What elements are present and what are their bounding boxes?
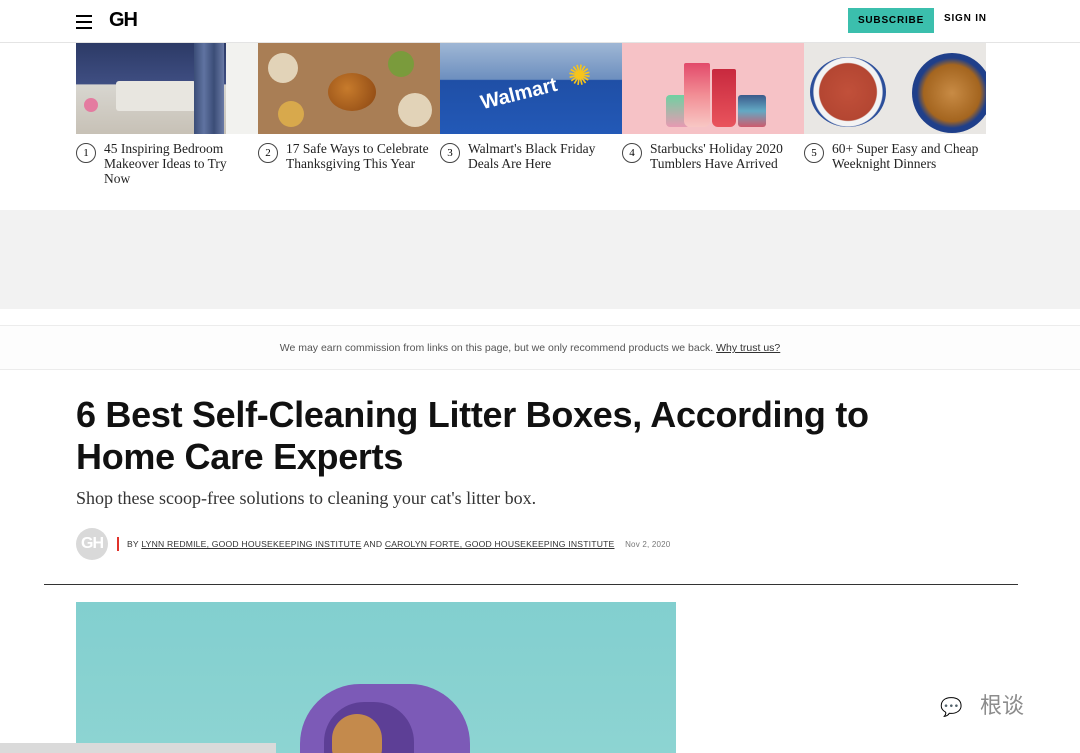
- affiliate-disclaimer: We may earn commission from links on thi…: [0, 342, 1060, 354]
- trending-card[interactable]: 5 60+ Super Easy and Cheap Weeknight Din…: [804, 43, 986, 193]
- trending-title[interactable]: Walmart's Black Friday Deals Are Here: [468, 141, 620, 171]
- chat-bubble-icon: 💬: [940, 697, 963, 718]
- section-divider: [44, 584, 1018, 585]
- byline-conjunction: AND: [363, 539, 383, 549]
- watermark: 💬 根谈: [940, 688, 1024, 720]
- byline: BY LYNN REDMILE, GOOD HOUSEKEEPING INSTI…: [127, 539, 670, 549]
- rank-number: 4: [622, 143, 642, 163]
- disclaimer-text: We may earn commission from links on thi…: [279, 342, 714, 354]
- rank-number: 5: [804, 143, 824, 163]
- rank-number: 3: [440, 143, 460, 163]
- trending-card[interactable]: Walmart ✺ 3 Walmart's Black Friday Deals…: [440, 43, 622, 193]
- sign-in-link[interactable]: SIGN IN: [944, 13, 987, 24]
- site-header: GH SUBSCRIBE SIGN IN: [0, 0, 1080, 43]
- trending-card[interactable]: 4 Starbucks' Holiday 2020 Tumblers Have …: [622, 43, 804, 193]
- byline-prefix: BY: [127, 539, 139, 549]
- thanksgiving-table-image[interactable]: [258, 43, 440, 134]
- author-avatar[interactable]: GH: [76, 528, 108, 560]
- starbucks-tumblers-image[interactable]: [622, 43, 804, 134]
- rank-number: 1: [76, 143, 96, 163]
- walmart-storefront-image[interactable]: Walmart ✺: [440, 43, 622, 134]
- trending-title[interactable]: 60+ Super Easy and Cheap Weeknight Dinne…: [832, 141, 984, 171]
- byline-accent-bar: [117, 537, 119, 551]
- trending-strip: 1 45 Inspiring Bedroom Makeover Ideas to…: [76, 43, 986, 193]
- walmart-sign-text: Walmart: [478, 73, 560, 115]
- author-link-2[interactable]: CAROLYN FORTE, GOOD HOUSEKEEPING INSTITU…: [385, 539, 615, 549]
- bedroom-image[interactable]: [76, 43, 258, 134]
- why-trust-us-link[interactable]: Why trust us?: [716, 342, 780, 354]
- hero-image[interactable]: [76, 602, 676, 753]
- watermark-text: 根谈: [980, 694, 1025, 719]
- publish-date: Nov 2, 2020: [625, 540, 671, 549]
- subscribe-button[interactable]: SUBSCRIBE: [848, 8, 934, 33]
- article-dek: Shop these scoop-free solutions to clean…: [76, 488, 537, 508]
- trending-card[interactable]: 2 17 Safe Ways to Celebrate Thanksgiving…: [258, 43, 440, 193]
- weeknight-dinners-image[interactable]: [804, 43, 986, 134]
- site-logo[interactable]: GH: [109, 9, 138, 32]
- rank-number: 2: [258, 143, 278, 163]
- trending-title[interactable]: 17 Safe Ways to Celebrate Thanksgiving T…: [286, 141, 438, 171]
- walmart-spark-icon: ✺: [564, 57, 595, 94]
- bottom-overlay-bar: [0, 743, 276, 753]
- menu-icon[interactable]: [76, 15, 92, 31]
- trending-title[interactable]: 45 Inspiring Bedroom Makeover Ideas to T…: [104, 141, 256, 186]
- ad-placeholder: [0, 210, 1080, 309]
- author-link-1[interactable]: LYNN REDMILE, GOOD HOUSEKEEPING INSTITUT…: [141, 539, 361, 549]
- article-headline: 6 Best Self-Cleaning Litter Boxes, Accor…: [76, 394, 869, 477]
- trending-title[interactable]: Starbucks' Holiday 2020 Tumblers Have Ar…: [650, 141, 802, 171]
- trending-card[interactable]: 1 45 Inspiring Bedroom Makeover Ideas to…: [76, 43, 258, 193]
